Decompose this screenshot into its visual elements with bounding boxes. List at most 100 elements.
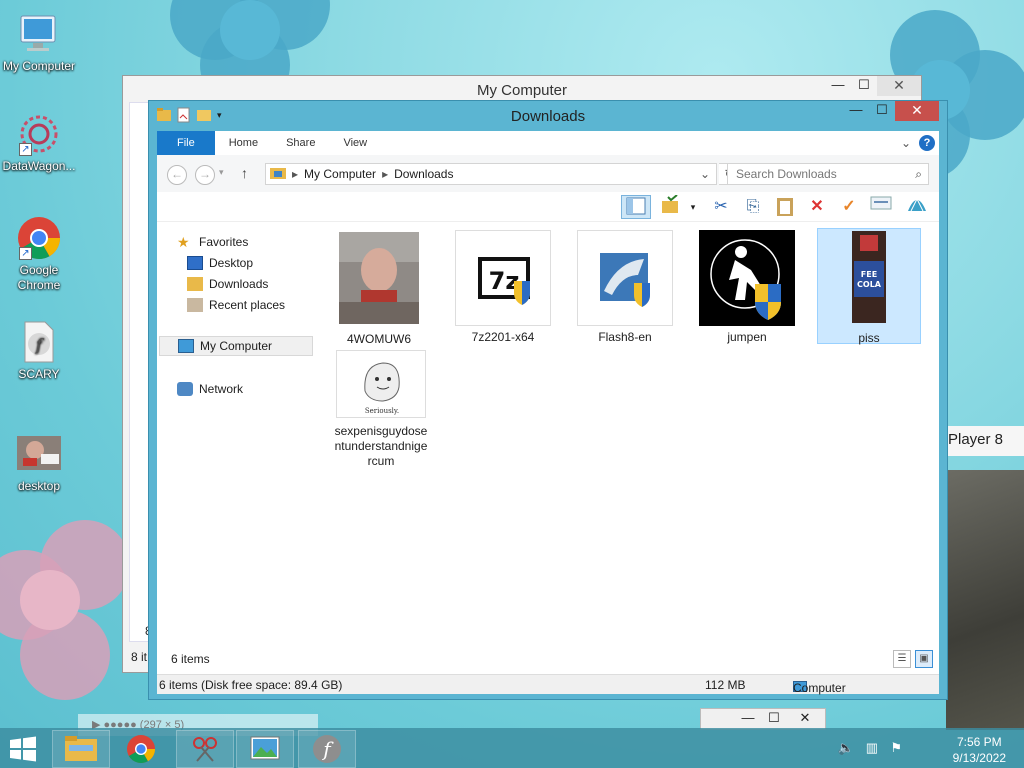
- search-placeholder: Search Downloads: [736, 167, 837, 181]
- file-item-7z2201-x64[interactable]: 7z 7z2201-x64: [451, 230, 555, 345]
- tab-file[interactable]: File: [157, 131, 215, 155]
- shortcut-arrow-icon: ↗: [19, 247, 32, 260]
- desktop-icon-label: My Computer: [2, 59, 76, 73]
- nav-label: Recent places: [209, 298, 286, 312]
- status-size: 112 MB: [705, 678, 746, 692]
- flash-file-icon: f: [15, 320, 63, 364]
- breadcrumb-downloads[interactable]: Downloads: [394, 167, 453, 181]
- nav-item-network[interactable]: Network: [177, 379, 243, 399]
- paste-icon[interactable]: [773, 195, 797, 219]
- desktop-icon-google-chrome[interactable]: ↗ Google Chrome: [0, 216, 78, 293]
- flash-installer-icon: [577, 230, 673, 326]
- start-button[interactable]: [8, 736, 38, 762]
- jumpen-installer-icon: [699, 230, 795, 326]
- monitor-icon: [178, 339, 194, 353]
- nav-item-desktop[interactable]: Desktop: [187, 253, 253, 273]
- explorer-content: ★ Favorites Desktop Downloads Recent pla…: [157, 222, 939, 674]
- chrome-icon: [127, 735, 155, 763]
- folder-options-icon[interactable]: [659, 194, 683, 219]
- clock-time: 7:56 PM: [956, 735, 1002, 749]
- background-window-label: Player 8: [946, 426, 1024, 456]
- photo-icon: [15, 432, 63, 476]
- taskbar-file-explorer[interactable]: [52, 730, 110, 768]
- address-bar[interactable]: ▸ My Computer ▸ Downloads ⌄: [265, 163, 717, 185]
- file-name: sexpenisguydosentunderstandnigercum: [334, 424, 428, 468]
- close-button[interactable]: ✕: [895, 101, 939, 121]
- minimized-window-caption[interactable]: — ☐ ✕: [700, 708, 826, 730]
- datawagon-icon: ↗: [15, 112, 63, 156]
- photo-thumbnail: FEE COLA: [848, 231, 890, 327]
- address-dropdown-chevron-icon[interactable]: ⌄: [700, 167, 710, 181]
- folder-icon: [270, 166, 286, 183]
- file-item-jumpen[interactable]: jumpen: [695, 230, 799, 345]
- photo-thumbnail: [339, 232, 419, 328]
- desktop-icon-desktop[interactable]: desktop: [0, 432, 78, 494]
- expand-ribbon-chevron-icon[interactable]: ⌄: [901, 136, 911, 150]
- status-bar: 6 items (Disk free space: 89.4 GB) 112 M…: [157, 674, 939, 695]
- maximize-button[interactable]: ☐: [851, 76, 877, 96]
- network-icon[interactable]: ▥: [866, 740, 878, 756]
- close-button[interactable]: ✕: [787, 709, 823, 729]
- details-view-icon[interactable]: ☰: [893, 650, 911, 668]
- breadcrumb-my-computer[interactable]: My Computer: [304, 167, 376, 181]
- delete-icon[interactable]: ✕: [805, 195, 829, 219]
- search-icon[interactable]: ⌕: [915, 164, 922, 184]
- copy-icon[interactable]: ⎘: [741, 195, 765, 219]
- item-count: 6 items: [171, 652, 210, 666]
- file-item-4womuw6[interactable]: 4WOMUW6: [327, 230, 431, 347]
- window-titlebar[interactable]: My Computer — ☐ ✕: [123, 76, 921, 102]
- rename-check-icon[interactable]: ✓: [837, 195, 861, 219]
- desktop-icon-label: SCARY: [18, 367, 60, 381]
- minimize-button[interactable]: —: [843, 101, 869, 121]
- minimize-button[interactable]: —: [825, 76, 851, 96]
- forward-button[interactable]: →: [195, 165, 215, 185]
- window-titlebar[interactable]: ▾ Downloads — ☐ ✕: [149, 101, 947, 130]
- status-location-label: Computer: [793, 681, 846, 695]
- speaker-muted-icon[interactable]: 🔈: [838, 740, 854, 756]
- nav-item-downloads[interactable]: Downloads: [187, 274, 268, 294]
- tab-home[interactable]: Home: [215, 131, 272, 155]
- back-button[interactable]: ←: [167, 165, 187, 185]
- command-toolbar: ▾ ✂ ⎘ ✕ ✓: [157, 192, 939, 222]
- tab-view[interactable]: View: [329, 131, 381, 155]
- maximize-button[interactable]: ☐: [869, 101, 895, 121]
- taskbar-snipping-tool[interactable]: [176, 730, 234, 768]
- preview-pane-button[interactable]: [621, 195, 651, 219]
- address-bar-row: ← → ▾ ↑ ▸ My Computer ▸ Downloads ⌄ ↻ Se…: [157, 155, 939, 192]
- monitor-icon: [15, 12, 63, 56]
- taskbar-photo-viewer[interactable]: [236, 730, 294, 768]
- desktop-icon-scary[interactable]: f SCARY: [0, 320, 78, 382]
- desktop-icon-datawagon[interactable]: ↗ DataWagon...: [0, 112, 78, 174]
- downloads-window[interactable]: ▾ Downloads — ☐ ✕ File Home Share View ⌄…: [148, 100, 948, 700]
- properties-icon[interactable]: [869, 195, 893, 219]
- recent-locations-chevron-icon[interactable]: ▾: [219, 167, 224, 178]
- maximize-button[interactable]: ☐: [761, 709, 787, 729]
- folder-options-chevron-icon[interactable]: ▾: [681, 195, 705, 219]
- clock[interactable]: 7:56 PM 9/13/2022: [953, 734, 1006, 766]
- nav-item-favorites[interactable]: ★ Favorites: [177, 232, 248, 252]
- web-shell-icon[interactable]: [905, 195, 929, 219]
- minimize-button[interactable]: —: [735, 709, 761, 729]
- taskbar-chrome[interactable]: [112, 730, 170, 768]
- taskbar-flash-player[interactable]: f: [298, 730, 356, 768]
- close-button[interactable]: ✕: [877, 76, 921, 96]
- large-icons-view-icon[interactable]: ▣: [915, 650, 933, 668]
- file-item-flash8-en[interactable]: Flash8-en: [573, 230, 677, 345]
- file-name: Flash8-en: [598, 330, 652, 344]
- view-toggles: ☰ ▣: [893, 650, 933, 668]
- file-item-piss[interactable]: FEE COLA piss: [817, 228, 921, 345]
- file-item-sexpenisguy[interactable]: Seriously. sexpenisguydosentunderstandni…: [331, 350, 431, 469]
- help-icon[interactable]: ?: [919, 135, 935, 151]
- network-icon: [177, 382, 193, 396]
- up-button[interactable]: ↑: [241, 165, 248, 181]
- search-input[interactable]: Search Downloads ⌕: [727, 163, 929, 185]
- tab-share[interactable]: Share: [272, 131, 329, 155]
- action-center-flag-icon[interactable]: ⚑: [890, 740, 902, 756]
- folder-icon: [65, 736, 97, 761]
- cut-icon[interactable]: ✂: [709, 195, 733, 219]
- nav-item-my-computer[interactable]: My Computer: [159, 336, 313, 356]
- desktop-icon-my-computer[interactable]: My Computer: [0, 12, 78, 74]
- nav-item-recent-places[interactable]: Recent places: [187, 295, 285, 315]
- desktop-icon-label: desktop: [17, 479, 61, 493]
- star-icon: ★: [177, 234, 190, 250]
